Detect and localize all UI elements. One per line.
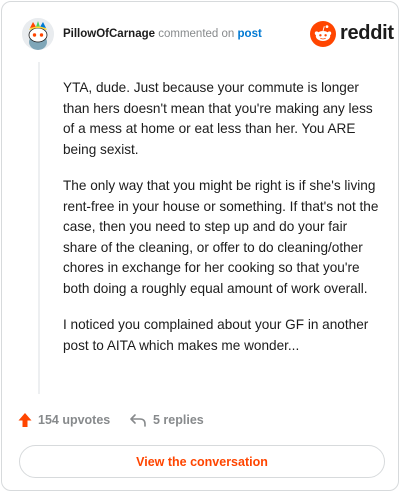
upvote-count: 154 upvotes [38, 413, 111, 427]
comment-body: YTA, dude. Just because your commute is … [63, 78, 381, 372]
view-conversation-button[interactable]: View the conversation [19, 445, 385, 478]
comment-embed-card: PillowOfCarnage commented on post reddit… [1, 1, 399, 491]
post-link[interactable]: post [238, 28, 262, 40]
username-link[interactable]: PillowOfCarnage [63, 28, 155, 40]
comment-actions: 154 upvotes 5 replies [18, 410, 378, 430]
upvote-button[interactable]: 154 upvotes [18, 410, 110, 430]
thread-line[interactable] [38, 62, 40, 394]
reddit-brand[interactable]: reddit [310, 19, 394, 49]
view-conversation-label: View the conversation [136, 454, 268, 469]
comment-paragraph: YTA, dude. Just because your commute is … [63, 80, 373, 157]
comment-paragraph: The only way that you might be right is … [63, 178, 379, 296]
comment-paragraph: I noticed you complained about your GF i… [63, 317, 369, 353]
reddit-logo-icon [310, 21, 336, 47]
reply-arrow-icon [130, 414, 146, 427]
replies-button[interactable]: 5 replies [129, 410, 204, 430]
upvote-arrow-icon [18, 413, 32, 427]
brand-wordmark: reddit [340, 22, 394, 44]
avatar[interactable] [22, 18, 54, 50]
reply-count: 5 replies [153, 413, 204, 427]
snoo-avatar-icon [22, 18, 54, 50]
comment-header: PillowOfCarnage commented on post reddit [22, 18, 394, 52]
comment-meta: PillowOfCarnage commented on post [63, 27, 262, 41]
action-text: commented on [158, 28, 235, 40]
